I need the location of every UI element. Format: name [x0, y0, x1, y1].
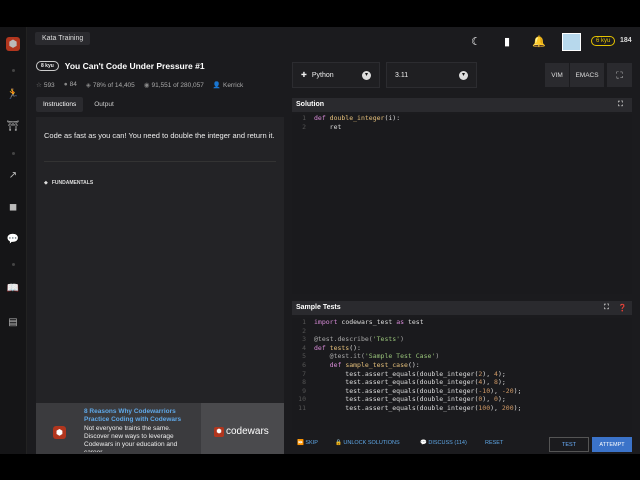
tab-instructions[interactable]: Instructions [36, 97, 84, 112]
code-line: 1 def double_integer(i): [302, 114, 401, 122]
unlock-solutions-button[interactable]: 🔒 UNLOCK SOLUTIONS [335, 440, 400, 446]
satisfaction-value: 78% of 14,405 [92, 82, 135, 89]
skip-label: SKIP [305, 440, 318, 446]
trending-icon[interactable]: ↗ [6, 168, 20, 182]
ad-title[interactable]: 8 Reasons Why Codewarriors Practice Codi… [84, 408, 194, 424]
chevron-down-icon: ▾ [459, 70, 468, 80]
app-screen: ⬢ 🏃 ⛩ ↗ ◼ 💬 📖 ▤ Kata Training ☾ ▮ 🔔 6 ky… [0, 27, 640, 454]
clipboard-icon[interactable]: ▤ [6, 315, 20, 329]
kata-title: You Can't Code Under Pressure #1 [64, 61, 205, 71]
codewars-logo-icon: ⬢ [214, 427, 224, 437]
fullscreen-icon[interactable]: ⛶ [607, 63, 632, 87]
solution-editor[interactable]: 1 def double_integer(i): 2 ret [292, 114, 632, 294]
user-icon: 👤 [212, 82, 221, 89]
discord-icon[interactable]: ◼ [6, 200, 20, 214]
eye-icon: ◈ [85, 82, 91, 89]
kyu-badge: 8 kyu [36, 61, 59, 71]
code-line: 4 def tests(): [302, 343, 361, 352]
comment-icon: ● [63, 81, 68, 88]
bookmark-icon[interactable]: ▮ [501, 36, 513, 48]
help-icon[interactable]: ❓ [618, 304, 627, 312]
code-line: 9 test.assert_equals(double_integer(-10)… [302, 386, 522, 395]
vim-mode-button[interactable]: VIM [545, 63, 569, 87]
solution-header: Solution ⛶ [292, 98, 632, 112]
codewars-logo-icon[interactable]: ⬢ [6, 37, 20, 51]
moon-icon[interactable]: ☾ [470, 36, 482, 48]
check-icon: ◉ [143, 82, 150, 89]
code-line: 1 import codewars_test as test [302, 318, 424, 326]
sample-tests-title: Sample Tests [296, 304, 341, 311]
ad-brand: ⬢ codewars [201, 403, 284, 454]
version-select[interactable]: 3.11 ▾ [386, 62, 477, 88]
satisfaction-stat: ◈ 78% of 14,405 [86, 81, 135, 89]
test-button[interactable]: TEST [549, 437, 589, 452]
code-line: 7 test.assert_equals(double_integer(2), … [302, 369, 506, 378]
breadcrumb[interactable]: Kata Training [35, 32, 91, 45]
ad-brand-name: codewars [226, 426, 269, 437]
python-icon: ✚ [301, 72, 307, 79]
tab-output[interactable]: Output [87, 97, 121, 112]
action-bar: ⏩ SKIP 🔒 UNLOCK SOLUTIONS 💬 DISCUSS (114… [292, 435, 632, 454]
expand-icon[interactable]: ⛶ [618, 101, 623, 109]
rail-dot [12, 69, 15, 72]
chat-icon[interactable]: 💬 [6, 232, 20, 246]
kata-title-row: 8 kyu You Can't Code Under Pressure #1 [36, 59, 286, 73]
star-icon: ☆ [36, 82, 42, 89]
code-line: 10 test.assert_equals(double_integer(0),… [298, 395, 506, 404]
discuss-label: DISCUSS (114) [428, 440, 467, 446]
language-select[interactable]: ✚ Python ▾ [292, 62, 380, 88]
kata-description: Code as fast as you can! You need to dou… [44, 131, 275, 140]
description-panel: Code as fast as you can! You need to dou… [36, 117, 284, 429]
version-value: 3.11 [395, 71, 409, 79]
comments-stat: ● 84 [64, 81, 77, 89]
emacs-mode-button[interactable]: EMACS [570, 63, 604, 87]
kata-tabs: Instructions Output [36, 97, 121, 112]
chevron-down-icon: ▾ [362, 70, 371, 80]
rail-dot [12, 263, 15, 266]
sample-tests-editor[interactable]: 1 import codewars_test as test 2 3 @test.d… [292, 318, 632, 430]
skip-button[interactable]: ⏩ SKIP [297, 440, 318, 446]
comments-count: 84 [69, 81, 77, 88]
author-stat[interactable]: 👤 Kerrick [213, 81, 243, 89]
stars-count: 593 [43, 82, 55, 89]
avatar[interactable] [562, 33, 581, 51]
completed-value: 91,551 of 280,057 [151, 82, 204, 89]
code-line: 6 def sample_test_case(): [302, 360, 420, 369]
author-name: Kerrick [222, 82, 244, 89]
left-rail: ⬢ 🏃 ⛩ ↗ ◼ 💬 📖 ▤ [0, 27, 27, 454]
attempt-button[interactable]: ATTEMPT [592, 437, 632, 452]
practice-icon[interactable]: 🏃 [6, 87, 20, 101]
code-line: 3 @test.describe('Tests') [302, 335, 405, 344]
sample-tests-header: Sample Tests ⛶ ❓ [292, 301, 632, 315]
docs-icon[interactable]: 📖 [6, 281, 20, 295]
solution-title: Solution [296, 101, 324, 108]
bell-icon[interactable]: 🔔 [532, 36, 546, 48]
tag-fundamentals[interactable]: ◆ FUNDAMENTALS [44, 180, 93, 186]
ad-logo-icon: ⬢ [53, 426, 66, 439]
rail-dot [12, 152, 15, 155]
completed-stat: ◉ 91,551 of 280,057 [144, 81, 204, 89]
code-line: 2 [302, 326, 306, 335]
tag-icon: ◆ [44, 180, 48, 186]
code-line: 5 @test.it('Sample Test Case') [302, 352, 440, 361]
code-line: 8 test.assert_equals(double_integer(4), … [302, 378, 506, 387]
language-value: Python [311, 71, 334, 79]
expand-icon[interactable]: ⛶ [604, 304, 609, 312]
kata-stats: ☆ 593 ● 84 ◈ 78% of 14,405 ◉ 91,551 of 280,0… [36, 81, 243, 89]
dojo-icon[interactable]: ⛩ [6, 119, 20, 133]
honor-count: 184 [620, 37, 632, 44]
ad-body: Not everyone trains the same. Discover n… [84, 425, 178, 452]
code-line: 2 ret [302, 122, 342, 131]
reset-button[interactable]: RESET [485, 440, 503, 446]
stars-stat[interactable]: ☆ 593 [36, 81, 55, 89]
discuss-button[interactable]: 💬 DISCUSS (114) [420, 440, 467, 446]
unlock-label: UNLOCK SOLUTIONS [343, 440, 400, 446]
ad-banner[interactable]: ⬢ 8 Reasons Why Codewarriors Practice Co… [36, 403, 284, 454]
code-line: 11 test.assert_equals(double_integer(100… [298, 403, 522, 412]
tag-label: FUNDAMENTALS [51, 180, 94, 186]
divider [44, 161, 276, 162]
rank-badge: 6 kyu [591, 36, 616, 46]
top-bar: Kata Training ☾ ▮ 🔔 6 kyu 184 [27, 27, 640, 57]
